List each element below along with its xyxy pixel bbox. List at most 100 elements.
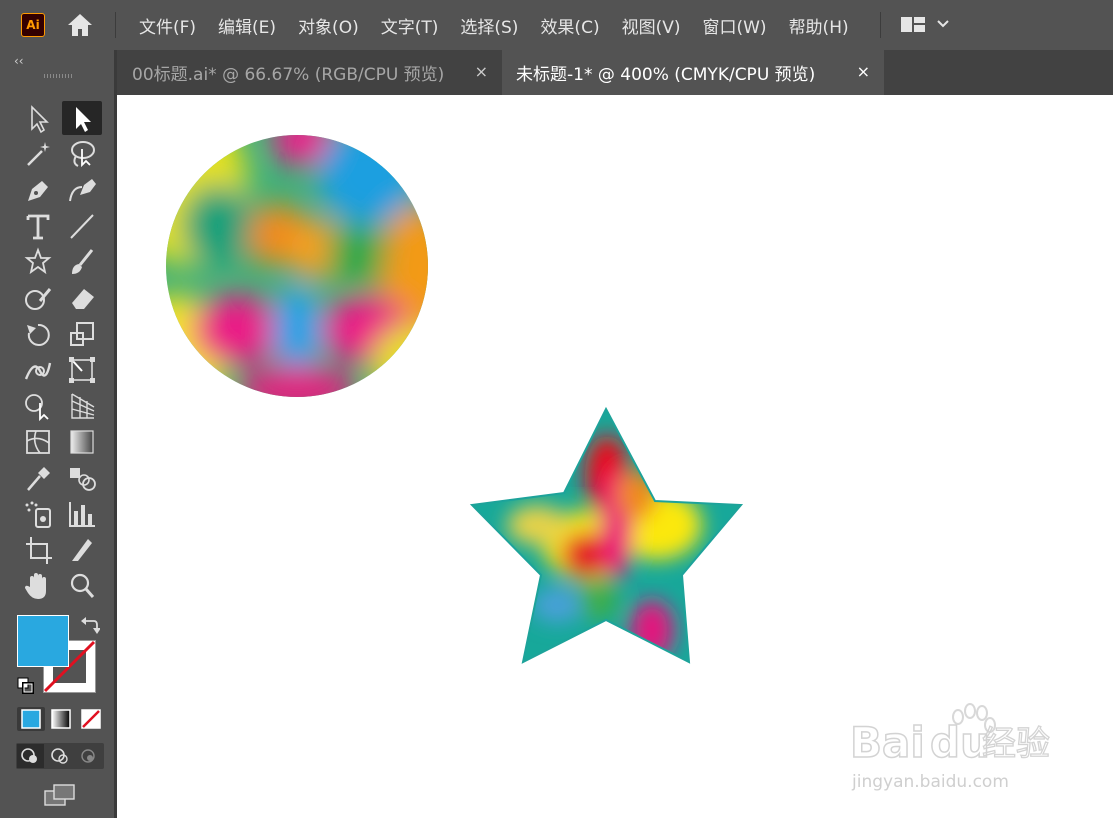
watermark-brand: Bai [850,718,925,767]
warp-tool[interactable] [18,353,58,387]
tab-title: 00标题.ai* @ 66.67% (RGB/CPU 预览) [132,65,445,85]
pen-icon [28,181,48,201]
chevron-down-icon [937,20,949,28]
swap-fill-stroke-icon[interactable] [80,615,101,635]
rotate-tool[interactable] [18,317,58,351]
menu-select[interactable]: 选择(S) [449,13,529,38]
type-icon [26,214,50,240]
none-mode-button[interactable] [77,707,105,731]
free-transform-icon [69,357,95,383]
watermark-brand-2: du [930,718,990,767]
type-tool[interactable] [18,209,58,243]
symbol-sprayer-tool[interactable] [18,497,58,531]
hand-icon [25,573,46,599]
lasso-tool[interactable] [62,137,102,171]
lasso-icon [71,141,95,168]
mesh-tool[interactable] [18,425,58,459]
menu-type[interactable]: 文字(T) [370,13,450,38]
close-icon[interactable]: × [475,62,488,81]
star-tool[interactable] [18,245,58,279]
eyedropper-tool[interactable] [18,461,58,495]
blend-icon [70,468,96,491]
rotate-icon [27,323,50,346]
menu-view[interactable]: 视图(V) [611,13,692,38]
tab-document-1[interactable]: 00标题.ai* @ 66.67% (RGB/CPU 预览) × [117,50,502,95]
draw-mode-group [16,743,104,769]
hand-tool[interactable] [18,569,58,603]
menu-edit[interactable]: 编辑(E) [207,13,287,38]
artboard-icon [26,537,52,564]
free-transform-tool[interactable] [62,353,102,387]
fill-swatch[interactable] [17,615,69,667]
home-icon[interactable] [66,12,94,38]
eraser-icon [72,289,94,309]
screen-mode-icon [44,784,75,806]
direct-selection-tool[interactable] [18,101,58,135]
document-tabs: 00标题.ai* @ 66.67% (RGB/CPU 预览) × 未标题-1* … [117,50,1113,95]
artboard-tool[interactable] [18,533,58,567]
selection-tool[interactable] [62,101,102,135]
graph-tool[interactable] [62,497,102,531]
line-icon [70,214,94,239]
slice-icon [72,539,92,561]
solid-arrow-icon [76,107,91,132]
shape-builder-tool[interactable] [18,389,58,423]
pen-tool[interactable] [18,173,58,207]
workspace-layout-icon [901,17,925,32]
menu-bar: Ai 文件(F) 编辑(E) 对象(O) 文字(T) 选择(S) 效果(C) 视… [0,0,1113,50]
menu-file[interactable]: 文件(F) [128,13,207,38]
magic-wand-tool[interactable] [18,137,58,171]
warp-icon [24,362,52,380]
panel-grip[interactable] [44,74,74,78]
gradient-fill-icon [51,709,71,729]
magic-wand-icon [27,142,50,166]
tab-document-2-active[interactable]: 未标题-1* @ 400% (CMYK/CPU 预览) × [502,50,884,95]
scale-icon [70,322,94,346]
symbol-sprayer-icon [25,501,51,528]
hollow-arrow-icon [31,105,49,134]
shaper-icon [25,288,52,310]
zoom-icon [70,573,95,598]
line-tool[interactable] [62,209,102,243]
menu-window[interactable]: 窗口(W) [691,13,777,38]
collapse-panel-button[interactable]: ‹‹ [14,54,24,68]
color-fill-icon [21,709,41,729]
menu-object[interactable]: 对象(O) [287,13,370,38]
watermark-cn: 经验 [982,724,1050,764]
gradient-mesh-circle[interactable] [127,105,457,415]
menu-separator [115,12,116,38]
mesh-icon [26,430,50,454]
app-logo[interactable]: Ai [21,13,45,37]
draw-inside-icon [81,749,95,763]
gradient-tool[interactable] [62,425,102,459]
shape-builder-icon [25,394,49,422]
bar-graph-icon [69,502,95,527]
eraser-tool[interactable] [62,281,102,315]
color-mode-button[interactable] [17,707,45,731]
slice-tool[interactable] [62,533,102,567]
menu-help[interactable]: 帮助(H) [778,13,860,38]
brush-icon [72,249,94,274]
perspective-grid-tool[interactable] [62,389,102,423]
gradient-mesh-star[interactable] [457,395,757,675]
shaper-tool[interactable] [18,281,58,315]
tools-panel: ‹‹ [0,50,117,818]
gradient-mode-button[interactable] [47,707,75,731]
curvature-tool[interactable] [62,173,102,207]
eyedropper-icon [27,467,50,491]
draw-behind-icon [51,748,68,764]
blend-tool[interactable] [62,461,102,495]
watermark-url: jingyan.baidu.com [851,772,1009,792]
menu-separator [880,12,881,38]
menu-effect[interactable]: 效果(C) [529,13,610,38]
workspace-switcher[interactable] [898,12,958,38]
screen-mode-button[interactable] [42,782,78,808]
star-icon [24,247,52,275]
scale-tool[interactable] [62,317,102,351]
default-fill-stroke-icon[interactable] [16,676,36,696]
zoom-tool[interactable] [62,569,102,603]
paintbrush-tool[interactable] [62,245,102,279]
artboard-canvas[interactable]: Bai du 经验 jingyan.baidu.com [117,95,1113,818]
close-icon[interactable]: × [857,62,870,81]
none-fill-icon [81,709,101,729]
